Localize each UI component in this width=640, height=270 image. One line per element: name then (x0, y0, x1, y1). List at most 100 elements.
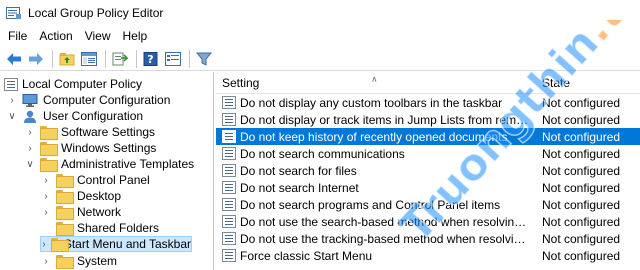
forward-icon[interactable] (26, 49, 46, 69)
tree-item-label: Control Panel (77, 173, 150, 187)
tree-item-administrative-templates[interactable]: ∨ Administrative Templates (24, 156, 194, 172)
column-header-setting[interactable]: ∧ Setting (216, 74, 532, 93)
tree-item-label: Network (77, 205, 122, 219)
setting-name: Do not use the search-based method when … (240, 214, 532, 229)
computer-icon (22, 93, 38, 107)
chevron-right-icon[interactable]: › (40, 172, 52, 188)
setting-name: Do not search Internet (240, 180, 359, 195)
policy-document-icon (4, 77, 18, 91)
chevron-right-icon[interactable]: › (24, 124, 36, 140)
tree-item-windows-settings[interactable]: › Windows Settings (24, 140, 156, 156)
list-item[interactable]: Do not use the search-based method when … (216, 213, 640, 230)
folder-icon (50, 238, 69, 252)
chevron-right-icon[interactable]: › (41, 236, 47, 252)
policy-setting-icon (222, 198, 236, 211)
setting-name: Do not display or track items in Jump Li… (240, 112, 532, 127)
policy-setting-icon (222, 113, 236, 126)
list-item[interactable]: Do not display or track items in Jump Li… (216, 111, 640, 128)
chevron-down-icon[interactable]: ∨ (24, 156, 36, 172)
menu-help[interactable]: Help (117, 26, 154, 46)
folder-icon (56, 255, 74, 269)
svg-text:?: ? (147, 53, 153, 66)
help-icon[interactable]: ? (141, 49, 161, 69)
setting-name: Do not display any custom toolbars in th… (240, 95, 503, 110)
setting-state: Not configured (542, 112, 621, 127)
tree-item-network[interactable]: › Network (40, 204, 121, 220)
settings-list: ∧ Setting State Do not display any custo… (216, 72, 640, 270)
tree-item-software-settings[interactable]: › Software Settings (24, 124, 155, 140)
tree-item-label: Start Menu and Taskbar (63, 237, 191, 251)
chevron-right-icon[interactable]: › (6, 92, 18, 108)
setting-state: Not configured (542, 95, 621, 110)
list-item-selected[interactable]: Do not keep history of recently opened d… (216, 128, 640, 145)
setting-name: Do not keep history of recently opened d… (240, 129, 508, 144)
tree-item-system[interactable]: › System (40, 253, 117, 269)
chevron-right-icon[interactable]: › (40, 188, 52, 204)
folder-icon (56, 206, 74, 220)
folder-icon (56, 190, 74, 204)
tree-item-label: Software Settings (61, 125, 156, 139)
properties-icon[interactable] (163, 49, 183, 69)
tree-item-user-configuration[interactable]: ∨ User Configuration (6, 108, 143, 124)
tree-root-label: Local Computer Policy (22, 77, 143, 91)
show-hide-tree-icon[interactable] (79, 49, 99, 69)
chevron-down-icon[interactable]: ∨ (6, 108, 18, 124)
menu-action[interactable]: Action (33, 26, 78, 46)
policy-setting-icon (222, 147, 236, 160)
tree-item-start-menu-and-taskbar[interactable]: › Start Menu and Taskbar (40, 236, 192, 252)
policy-setting-icon (222, 96, 236, 109)
folder-icon (40, 126, 58, 140)
folder-icon (40, 142, 58, 156)
tree-item-shared-folders[interactable]: Shared Folders (40, 220, 159, 236)
back-icon[interactable] (4, 49, 24, 69)
setting-state: Not configured (542, 248, 621, 263)
toolbar-separator (136, 49, 137, 68)
up-folder-icon[interactable] (57, 49, 77, 69)
chevron-right-icon[interactable]: › (40, 253, 52, 269)
policy-setting-icon (222, 215, 236, 228)
tree-item-label: User Configuration (43, 109, 144, 123)
setting-name: Force classic Start Menu (240, 248, 373, 263)
tree-item-label: System (77, 254, 118, 268)
list-item[interactable]: Force classic Start Menu Not configured (216, 247, 640, 264)
tree-root[interactable]: Local Computer Policy (4, 76, 142, 92)
tree-item-label: Shared Folders (77, 221, 160, 235)
tree-item-label: Desktop (77, 189, 122, 203)
menu-bar: File Action View Help (0, 26, 640, 46)
setting-state: Not configured (542, 197, 621, 212)
list-item[interactable]: Do not display any custom toolbars in th… (216, 94, 640, 111)
list-item[interactable]: Do not search programs and Control Panel… (216, 196, 640, 213)
folder-icon (56, 174, 74, 188)
column-header-state[interactable]: State (532, 76, 570, 93)
toolbar-separator (52, 49, 53, 68)
folder-icon (56, 222, 74, 236)
window-title: Local Group Policy Editor (28, 6, 164, 20)
export-list-icon[interactable] (110, 49, 130, 69)
toolbar-separator (189, 49, 190, 68)
filter-icon[interactable] (194, 49, 214, 69)
toolbar-separator (105, 49, 106, 68)
title-bar: Local Group Policy Editor (0, 0, 640, 26)
list-item[interactable]: Do not search communications Not configu… (216, 145, 640, 162)
tree-item-label: Windows Settings (61, 141, 157, 155)
tree-pane: Local Computer Policy › Computer Configu… (0, 72, 214, 270)
policy-editor-app-icon (6, 6, 22, 20)
menu-file[interactable]: File (0, 26, 33, 46)
list-item[interactable]: Do not use the tracking-based method whe… (216, 230, 640, 247)
policy-setting-icon (222, 249, 236, 262)
setting-state: Not configured (542, 146, 621, 161)
policy-setting-icon (222, 130, 236, 143)
tree-item-computer-configuration[interactable]: › Computer Configuration (6, 92, 170, 108)
menu-view[interactable]: View (79, 26, 117, 46)
user-icon (22, 110, 38, 123)
tree-item-control-panel[interactable]: › Control Panel (40, 172, 150, 188)
chevron-right-icon[interactable]: › (40, 204, 52, 220)
list-item[interactable]: Do not search Internet Not configured (216, 179, 640, 196)
tree-item-desktop[interactable]: › Desktop (40, 188, 121, 204)
setting-state: Not configured (542, 129, 621, 144)
list-item[interactable]: Do not search for files Not configured (216, 162, 640, 179)
policy-setting-icon (222, 164, 236, 177)
chevron-right-icon[interactable]: › (24, 140, 36, 156)
tree-item-label: Computer Configuration (43, 93, 171, 107)
setting-state: Not configured (542, 214, 621, 229)
